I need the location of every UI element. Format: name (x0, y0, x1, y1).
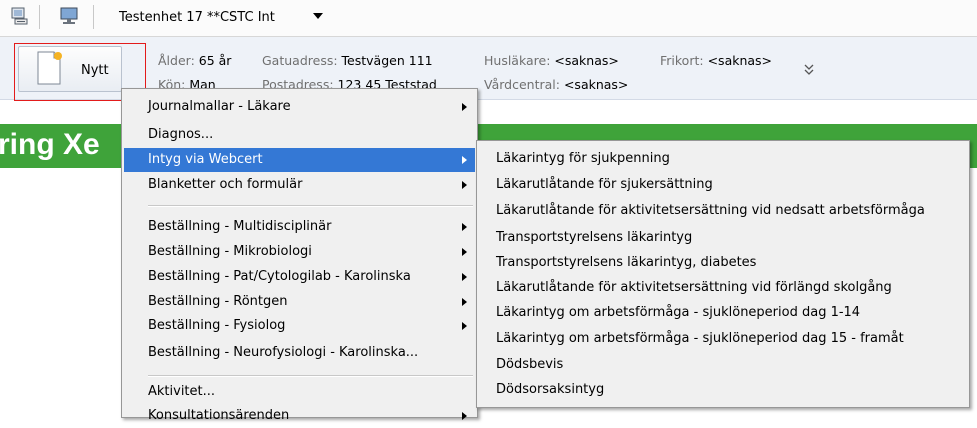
submenu-item[interactable]: Transportstyrelsens läkarintyg (479, 226, 967, 250)
menu-separator (148, 375, 473, 377)
menu-item-label: Intyg via Webcert (148, 152, 263, 167)
menu-item-mikrobiologi[interactable]: Beställning - Mikrobiologi (124, 240, 475, 264)
expand-more-icon[interactable] (803, 62, 815, 76)
menu-item-label: Journalmallar - Läkare (148, 99, 291, 114)
menu-item-diagnos[interactable]: Diagnos... (124, 123, 475, 147)
menu-item-label: Beställning - Röntgen (148, 294, 288, 309)
toolbar-separator (93, 5, 94, 29)
age-value: 65 år (198, 53, 232, 68)
age-field: Ålder: 65 år (158, 53, 231, 68)
submenu-item[interactable]: Läkarutlåtande för aktivitetsersättning … (479, 199, 967, 223)
frikort-value: <saknas> (707, 53, 773, 68)
menu-item-rontgen[interactable]: Beställning - Röntgen (124, 290, 475, 314)
submenu-arrow-icon (462, 273, 467, 281)
keyboard-icon[interactable] (10, 6, 30, 26)
frikort-label: Frikort: (660, 53, 704, 68)
menu-item-label: Beställning - Mikrobiologi (148, 244, 312, 259)
submenu-item[interactable]: Dödsorsaksintyg (479, 378, 967, 402)
submenu-item[interactable]: Läkarintyg om arbetsförmåga - sjuklönepe… (479, 301, 967, 325)
submenu-arrow-icon (462, 223, 467, 231)
menu-item-intyg-webcert[interactable]: Intyg via Webcert (124, 148, 475, 172)
submenu-arrow-icon (462, 181, 467, 189)
menu-item-neurofysiologi[interactable]: Beställning - Neurofysiologi - Karolinsk… (124, 341, 475, 365)
webcert-submenu: Läkarintyg för sjukpenning Läkarutlåtand… (476, 140, 970, 408)
menu-item-label: Diagnos... (148, 127, 214, 142)
monitor-icon[interactable] (59, 6, 79, 26)
menu-item-label: Beställning - Fysiolog (148, 318, 286, 333)
menu-item-label: Blanketter och formulär (148, 177, 303, 192)
family-doctor-value: <saknas> (554, 53, 619, 68)
age-label: Ålder: (158, 53, 195, 68)
health-center-label: Vårdcentral: (484, 77, 560, 92)
menu-item-journalmallar[interactable]: Journalmallar - Läkare (124, 95, 475, 119)
submenu-item[interactable]: Läkarintyg för sjukpenning (479, 147, 967, 171)
submenu-arrow-icon (462, 103, 467, 111)
family-doctor-field: Husläkare: <saknas> (484, 53, 619, 68)
context-menu: Journalmallar - Läkare Diagnos... Intyg … (121, 88, 478, 423)
care-unit-selector[interactable]: Testenhet 17 **CSTC Int (119, 10, 275, 25)
menu-item-label: Beställning - Neurofysiologi - Karolinsk… (148, 345, 419, 360)
menu-item-label: Aktivitet... (148, 384, 216, 399)
street-address-label: Gatuadress: (262, 53, 338, 68)
submenu-item[interactable]: Dödsbevis (479, 353, 967, 377)
submenu-item[interactable]: Läkarintyg om arbetsförmåga - sjuklönepe… (479, 327, 967, 351)
top-toolbar: Testenhet 17 **CSTC Int (0, 0, 977, 37)
menu-item-fysiolog[interactable]: Beställning - Fysiolog (124, 314, 475, 338)
submenu-arrow-icon (462, 412, 467, 420)
menu-item-pat-cytologilab[interactable]: Beställning - Pat/Cytologilab - Karolins… (124, 265, 475, 289)
street-address-value: Testvägen 111 (341, 53, 433, 68)
banner-title: ring Xe (0, 128, 100, 161)
frikort-field: Frikort: <saknas> (660, 53, 772, 68)
submenu-arrow-icon (462, 248, 467, 256)
menu-item-konsultationsarenden[interactable]: Konsultationsärenden (124, 404, 475, 428)
content-area (0, 168, 122, 416)
chevron-down-icon[interactable] (313, 13, 323, 19)
health-center-field: Vårdcentral: <saknas> (484, 77, 628, 92)
health-center-value: <saknas> (563, 77, 629, 92)
submenu-item[interactable]: Läkarutlåtande för sjukersättning (479, 173, 967, 197)
submenu-item[interactable]: Läkarutlåtande för aktivitetsersättning … (479, 276, 967, 300)
menu-item-label: Beställning - Pat/Cytologilab - Karolins… (148, 269, 411, 284)
submenu-arrow-icon (462, 156, 467, 164)
menu-item-aktivitet[interactable]: Aktivitet... (124, 380, 475, 404)
menu-item-label: Beställning - Multidisciplinär (148, 219, 332, 234)
submenu-item[interactable]: Transportstyrelsens läkarintyg, diabetes (479, 251, 967, 275)
toolbar-separator (39, 5, 40, 29)
submenu-arrow-icon (462, 322, 467, 330)
family-doctor-label: Husläkare: (484, 53, 551, 68)
menu-separator (148, 205, 473, 207)
menu-item-multidisciplinar[interactable]: Beställning - Multidisciplinär (124, 215, 475, 239)
street-address-field: Gatuadress: Testvägen 111 (262, 53, 433, 68)
submenu-arrow-icon (462, 298, 467, 306)
menu-item-blanketter[interactable]: Blanketter och formulär (124, 173, 475, 197)
